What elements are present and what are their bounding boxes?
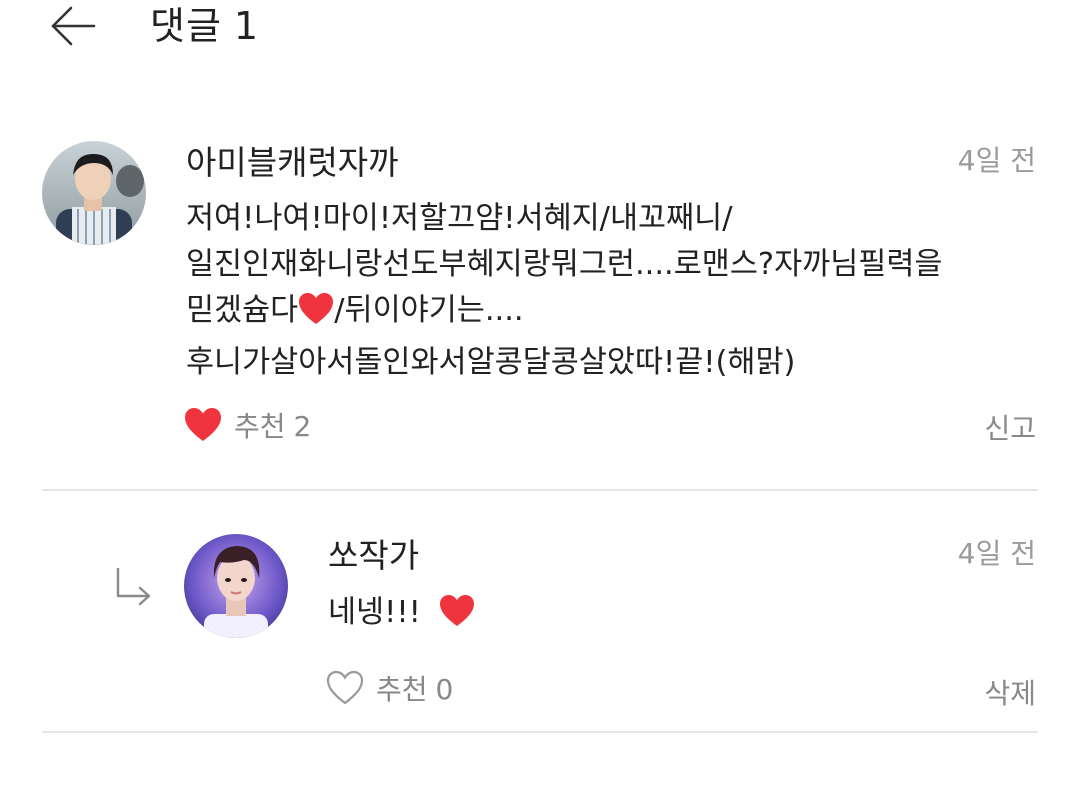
avatar-photo <box>184 534 288 638</box>
reply-time: 4일 전 <box>957 537 1036 570</box>
heart-outline-icon <box>326 670 364 705</box>
avatar-photo <box>42 141 146 245</box>
avatar[interactable] <box>42 141 146 245</box>
like-label: 추천 2 <box>234 405 311 445</box>
delete-button[interactable]: 삭제 <box>984 672 1036 712</box>
comment-text: 저여!나여!마이!저할끄얌!서혜지/내꼬째니/ 일진인재화니랑선도부혜지랑뭐그런… <box>186 196 942 386</box>
comment-line-part: 믿겠슘다 <box>186 293 299 328</box>
divider <box>42 489 1038 491</box>
arrow-left-icon <box>51 6 96 46</box>
comment-line-part: /뒤이야기는.... <box>334 293 524 328</box>
avatar[interactable] <box>184 534 288 638</box>
comment-line: 후니가살아서돌인와서알콩달콩살았따!끝!(해맑) <box>186 345 796 380</box>
heart-emoji-icon <box>298 292 334 340</box>
comment-line: 믿겠슘다/뒤이야기는.... <box>186 288 942 340</box>
like-text: 추천 <box>376 673 428 706</box>
page-title-label: 댓글 <box>150 4 222 48</box>
reply-text: 네넹!!! <box>328 590 475 642</box>
page-title: 댓글 1 <box>150 4 259 48</box>
report-button[interactable]: 신고 <box>984 407 1036 447</box>
header: 댓글 1 <box>0 0 1080 60</box>
like-count: 2 <box>293 410 312 443</box>
like-label: 추천 0 <box>376 668 453 708</box>
divider <box>42 731 1038 733</box>
comments-page: 댓글 1 아미블캐럿자까 4일 전 저여!나여!마이!저할끄얌!서혜지/내꼬째니… <box>0 0 1080 810</box>
comment-author[interactable]: 아미블캐럿자까 <box>186 143 399 183</box>
comment-line: 저여!나여!마이!저할끄얌!서혜지/내꼬째니/ <box>186 201 733 236</box>
comment-line: 일진인재화니랑선도부혜지랑뭐그런....로맨스?자까님필력을 <box>186 247 943 282</box>
comment-count: 1 <box>233 4 260 48</box>
comment-time: 4일 전 <box>957 144 1036 177</box>
heart-emoji-icon <box>439 594 475 642</box>
reply-author[interactable]: 쏘작가 <box>328 536 419 576</box>
like-button[interactable]: 추천 0 <box>326 668 453 708</box>
like-text: 추천 <box>234 410 286 443</box>
reply-arrow-icon <box>116 568 151 606</box>
like-count: 0 <box>435 673 454 706</box>
like-button[interactable]: 추천 2 <box>184 405 311 445</box>
back-button[interactable] <box>44 2 100 50</box>
heart-filled-icon <box>185 408 221 441</box>
reply-text-content: 네넹!!! <box>328 595 421 630</box>
